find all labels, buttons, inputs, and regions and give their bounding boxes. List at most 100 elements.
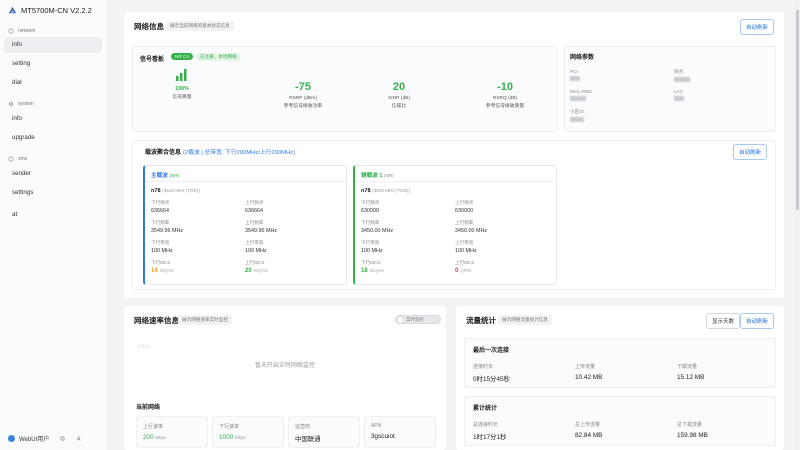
dl-earfcn: 下行频点 636664	[151, 200, 170, 214]
dl-mcs: 下行MCS 18 64QAM	[361, 260, 384, 274]
sidebar-item-system-upgrade[interactable]: upgrade	[4, 130, 102, 146]
rsrp-value: -75	[295, 81, 311, 93]
redacted-value	[570, 117, 584, 122]
card-title: 网络信息	[134, 22, 164, 31]
param-label: LAC	[674, 89, 683, 94]
traffic-stats-card: 流量统计 展示网络流量统计信息 显示天数 自动刷新 最后一次连接 连接时长 0时1…	[456, 306, 784, 450]
redacted-value	[570, 96, 586, 101]
ul-mcs: 上行MCS 20 64QAM	[245, 260, 268, 274]
traffic-auto-refresh-button[interactable]: 自动刷新	[739, 313, 774, 329]
ca-auto-refresh-button[interactable]: 自动刷新	[732, 144, 767, 160]
param-mcc-mnc: MCC-MNC	[570, 89, 592, 103]
ul-bandwidth: 上行带宽 100 MHz	[245, 240, 267, 254]
carrier-name: 辅载波 1	[361, 173, 383, 179]
rsrq-label: RSRQ (dB)	[492, 96, 518, 101]
current-network-title: 当前网络	[136, 405, 161, 411]
stat-label: APN	[371, 423, 382, 429]
carrier-band: n78 (3500 MHz (TDD))	[361, 188, 410, 194]
ca-summary: (2载波 | 总带宽: 下行200MHz/上行200MHz)	[183, 150, 295, 156]
sinr-metric: 20 SINR (dB) 信噪比	[359, 81, 439, 109]
last-connection-title: 最后一次连接	[473, 348, 510, 354]
signal-bars-icon	[176, 69, 187, 81]
chart-unit-label: Kbps	[138, 344, 151, 350]
dl-frequency: 下行频率 3549.96 MHz	[151, 220, 184, 234]
logo-icon	[8, 6, 17, 14]
total-stats-box: 累计统计 总连接时长 1时17分1秒 总上传流量 82.84 MB 总下载流量 159…	[464, 396, 776, 446]
network-info-card: 网络信息 展示当前网络的基本状态信息 自动刷新 信号看板 NR CA 已注册，本…	[124, 12, 784, 298]
sidebar-section-system: system	[8, 101, 34, 107]
ul-bandwidth: 上行带宽 100 MHz	[455, 240, 477, 254]
band-detail: (3500 MHz (TDD))	[372, 188, 410, 193]
realtime-monitor-toggle[interactable]: 实时监控	[395, 315, 441, 324]
carrier-name: 运营商 中国联通	[288, 416, 360, 448]
signal-dashboard: 信号看板 NR CA 已注册，本地网络 100% 信号质量 -75 RSRP (…	[132, 46, 558, 132]
redacted-value	[570, 76, 580, 81]
band-name: n78	[361, 188, 371, 194]
empty-monitor-text: 暂未开启实时网络监控	[254, 363, 315, 369]
total-download: 总下载流量 159.98 MB	[677, 422, 708, 439]
apn-name: APN 3gscuiot	[364, 416, 436, 448]
card-title: 网络速率信息	[134, 316, 179, 325]
settings-icon[interactable]	[59, 435, 66, 442]
section-title: system	[18, 101, 34, 107]
sidebar-footer: WebUI用户 A	[8, 434, 83, 443]
sidebar-item-network-setting[interactable]: setting	[4, 56, 102, 72]
last-download: 下载流量 15.12 MB	[677, 364, 705, 381]
total-stats-title: 累计统计	[473, 406, 498, 412]
show-days-button[interactable]: 显示天数	[706, 313, 741, 329]
auto-refresh-button[interactable]: 自动刷新	[739, 19, 774, 35]
card-subtitle: 展示当前网络的基本状态信息	[166, 21, 234, 31]
signal-quality-value: 100%	[175, 86, 189, 92]
download-rate: 下行速率 1000 Mbps	[212, 416, 284, 448]
card-subtitle: 展示网络速率实时监控	[178, 315, 232, 325]
registration-status-tag: 已注册，本地网络	[197, 53, 240, 61]
sidebar-item-sms-sender[interactable]: sender	[4, 166, 102, 182]
param-label: 频点	[674, 69, 684, 74]
carrier-tag: (NR)	[384, 173, 394, 178]
dl-frequency: 下行频率 3450.00 MHz	[361, 220, 394, 234]
sidebar-item-sms-settings[interactable]: settings	[4, 185, 102, 201]
card-subtitle: 展示网络流量统计信息	[498, 315, 552, 325]
ul-mcs: 上行MCS 0 QPSK	[455, 260, 475, 274]
stat-label: 上行速率	[143, 424, 164, 430]
avatar[interactable]	[8, 435, 15, 442]
rsrp-desc: 参考信号接收功率	[283, 104, 323, 109]
sidebar-item-network-dial[interactable]: dial	[4, 75, 102, 91]
dl-earfcn: 下行频点 630000	[361, 200, 380, 214]
sidebar-section-network: network	[8, 28, 36, 34]
page-scrollbar[interactable]	[795, 0, 800, 450]
message-icon	[8, 156, 14, 162]
rsrq-metric: -10 RSRQ (dB) 参考信号接收质量	[465, 81, 545, 109]
stat-value: 3gscuiot	[371, 433, 395, 440]
param-freq: 频点	[674, 69, 690, 84]
secondary-carrier-card: 辅载波 1 (NR) n78 (3500 MHz (TDD)) 下行频点 6300…	[353, 165, 557, 285]
sidebar-item-at[interactable]: at	[4, 207, 102, 223]
svg-text:A: A	[77, 437, 81, 442]
translate-icon[interactable]: A	[76, 435, 83, 442]
total-duration: 总连接时长 1时17分1秒	[473, 422, 507, 441]
last-connection-box: 最后一次连接 连接时长 0时15分45秒 上传流量 10.42 MB 下载流量 15.…	[464, 338, 776, 388]
sidebar-item-network-info[interactable]: info	[4, 37, 102, 53]
sinr-value: 20	[392, 81, 406, 93]
last-upload: 上传流量 10.42 MB	[575, 364, 603, 381]
brand: MT5700M-CN V2.2.2	[8, 6, 92, 15]
dl-mcs: 下行MCS 14 64QAM	[151, 260, 174, 274]
upload-rate: 上行速率 200 Mbps	[136, 416, 208, 448]
user-name: WebUI用户	[19, 437, 50, 443]
params-title: 网络参数	[570, 55, 595, 61]
section-title: network	[18, 28, 36, 34]
band-name: n78	[151, 188, 161, 194]
stat-value: 中国联通	[295, 436, 321, 443]
sinr-label: SINR (dB)	[388, 96, 410, 101]
last-duration: 连接时长 0时15分45秒	[473, 364, 510, 383]
scrollbar-thumb[interactable]	[796, 10, 799, 210]
nr-ca-badge: NR CA	[171, 53, 194, 60]
carrier-aggregation: 载波聚合信息 (2载波 | 总带宽: 下行200MHz/上行200MHz) 自动…	[132, 140, 776, 290]
carrier-name: 主载波	[151, 173, 168, 179]
sidebar-item-system-info[interactable]: info	[4, 111, 102, 127]
carrier-band: n78 (3549 MHz (TDD))	[151, 188, 200, 194]
carrier-header: 辅载波 1 (NR)	[355, 166, 556, 182]
network-icon	[8, 28, 14, 34]
param-cell-id: 小区ID	[570, 109, 584, 124]
total-upload: 总上传流量 82.84 MB	[575, 422, 603, 439]
